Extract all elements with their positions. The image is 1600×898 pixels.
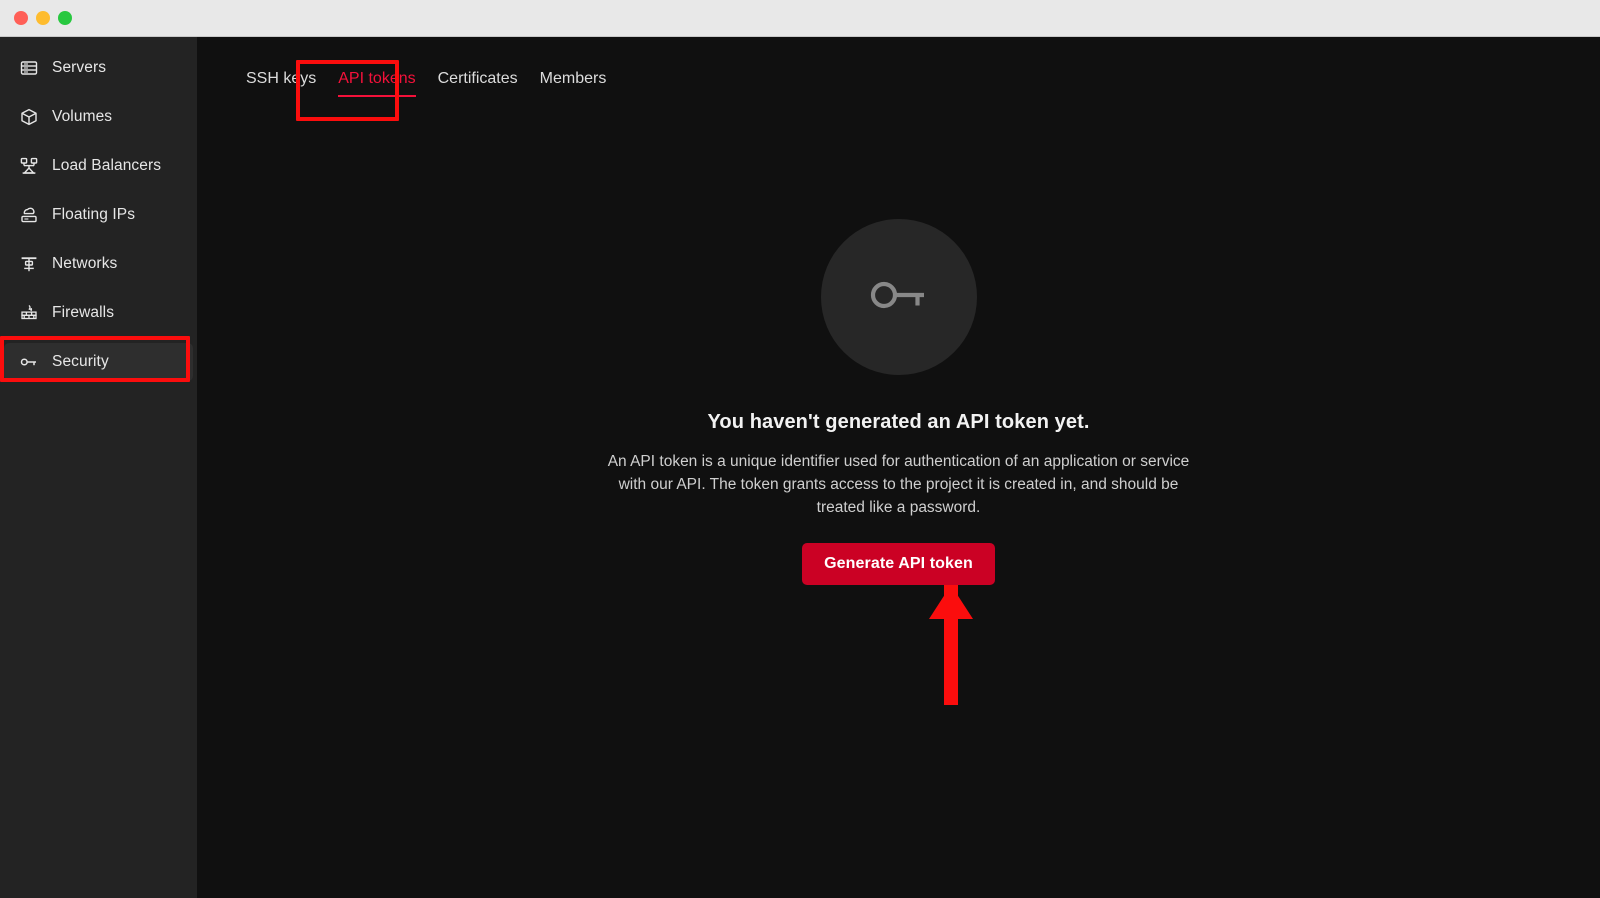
generate-api-token-button[interactable]: Generate API token <box>802 543 995 585</box>
sidebar-item-servers[interactable]: Servers <box>4 49 193 87</box>
security-key-icon <box>18 351 40 373</box>
sidebar-item-load-balancers[interactable]: Load Balancers <box>4 147 193 185</box>
sidebar-item-firewalls[interactable]: Firewalls <box>4 294 193 332</box>
tab-members[interactable]: Members <box>529 70 618 102</box>
empty-state-title: You haven't generated an API token yet. <box>707 411 1090 433</box>
tab-bar: SSH keys API tokens Certificates Members <box>235 70 617 102</box>
tab-label: Certificates <box>437 70 518 87</box>
tab-label: API tokens <box>338 70 416 87</box>
app-window: Servers Volumes Load Balancers Floating … <box>0 0 1600 898</box>
nav-gap <box>0 234 197 245</box>
main-content: SSH keys API tokens Certificates Members <box>197 37 1600 898</box>
maximize-window-button[interactable] <box>58 11 72 25</box>
tab-active-underline <box>338 95 416 97</box>
key-icon <box>859 255 939 340</box>
nav-gap <box>0 283 197 294</box>
close-window-button[interactable] <box>14 11 28 25</box>
window-titlebar <box>0 0 1600 37</box>
sidebar-item-label: Security <box>52 353 109 370</box>
nav-gap <box>0 332 197 343</box>
sidebar-item-label: Networks <box>52 255 118 272</box>
sidebar-item-label: Floating IPs <box>52 206 136 223</box>
nav-gap <box>0 136 197 147</box>
sidebar-item-label: Volumes <box>52 108 113 125</box>
tab-label: SSH keys <box>246 70 317 87</box>
sidebar-item-label: Firewalls <box>52 304 115 321</box>
volumes-icon <box>18 106 40 128</box>
nav-gap <box>0 87 197 98</box>
tab-api-tokens[interactable]: API tokens <box>327 70 426 102</box>
empty-state-description: An API token is a unique identifier used… <box>607 453 1190 516</box>
tab-label: Members <box>539 70 607 87</box>
sidebar-item-floating-ips[interactable]: Floating IPs <box>4 196 193 234</box>
nav-gap <box>0 185 197 196</box>
servers-icon <box>18 57 40 79</box>
firewalls-icon <box>18 302 40 324</box>
tab-certificates[interactable]: Certificates <box>427 70 529 102</box>
floating-ips-icon <box>18 204 40 226</box>
sidebar-item-networks[interactable]: Networks <box>4 245 193 283</box>
traffic-lights <box>14 11 72 25</box>
tab-ssh-keys[interactable]: SSH keys <box>235 70 327 102</box>
sidebar-item-label: Servers <box>52 59 107 76</box>
empty-state: You haven't generated an API token yet. … <box>197 219 1600 585</box>
sidebar-item-security[interactable]: Security <box>4 343 193 381</box>
networks-icon <box>18 253 40 275</box>
sidebar-item-volumes[interactable]: Volumes <box>4 98 193 136</box>
minimize-window-button[interactable] <box>36 11 50 25</box>
empty-state-illustration <box>820 219 977 375</box>
load-balancers-icon <box>18 155 40 177</box>
sidebar-item-label: Load Balancers <box>52 157 162 174</box>
sidebar: Servers Volumes Load Balancers Floating … <box>0 37 197 898</box>
sidebar-nav-list: Servers Volumes Load Balancers Floating … <box>0 37 197 381</box>
